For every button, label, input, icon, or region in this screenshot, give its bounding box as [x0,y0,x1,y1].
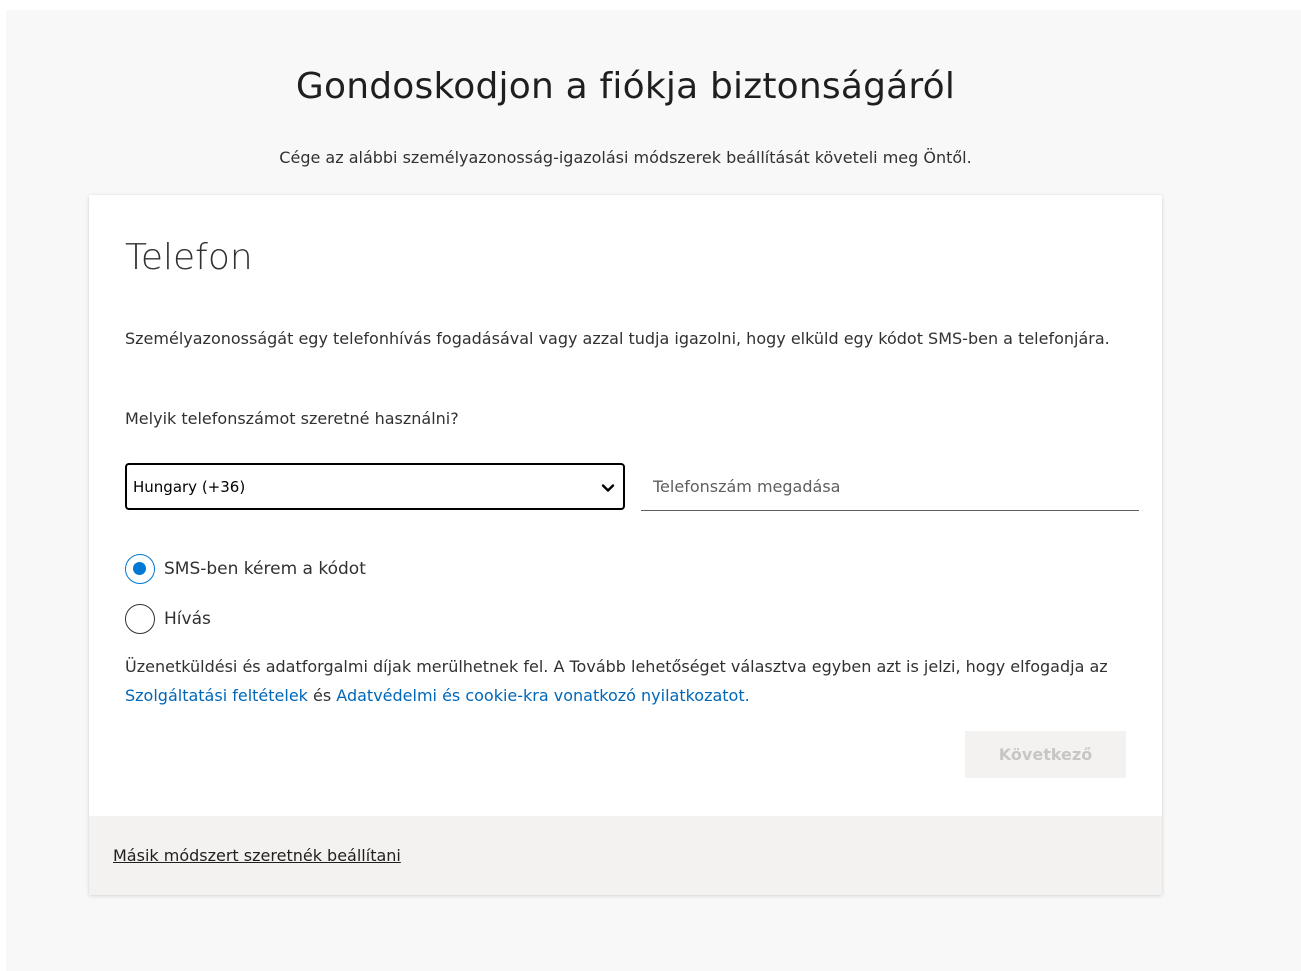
phone-number-input[interactable] [641,463,1139,511]
country-code-select[interactable]: Hungary (+36) [125,463,625,510]
card-body: Telefon Személyazonosságát egy telefonhí… [89,195,1162,816]
chevron-down-icon [601,480,615,494]
method-option-call[interactable]: Hívás [125,604,211,634]
other-method-link[interactable]: Másik módszert szeretnék beállítani [113,846,401,865]
disclaimer-text: Üzenetküldési és adatforgalmi díjak merü… [125,657,1108,676]
page-subtitle: Cége az alábbi személyazonosság-igazolás… [279,148,972,167]
privacy-link[interactable]: Adatvédelmi és cookie-kra vonatkozó nyil… [336,686,749,705]
call-radio[interactable] [125,604,155,634]
page-title: Gondoskodjon a fiókja biztonságáról [295,66,956,107]
next-button[interactable]: Következő [965,731,1126,778]
sms-radio-label: SMS-ben kérem a kódot [164,559,366,579]
disclaimer-and-text: és [307,686,337,705]
country-code-value: Hungary (+36) [133,477,246,496]
sms-radio[interactable] [125,554,155,584]
method-description: Személyazonosságát egy telefonhívás foga… [125,329,1110,348]
call-radio-label: Hívás [164,609,211,629]
section-title: Telefon [125,237,253,278]
method-option-sms[interactable]: SMS-ben kérem a kódot [125,554,366,584]
phone-question-label: Melyik telefonszámot szeretné használni? [125,409,459,428]
phone-setup-card: Telefon Személyazonosságát egy telefonhí… [89,195,1162,895]
card-footer: Másik módszert szeretnék beállítani [89,816,1162,895]
charges-disclaimer: Üzenetküldési és adatforgalmi díjak merü… [125,652,1135,710]
terms-link[interactable]: Szolgáltatási feltételek [125,686,308,705]
